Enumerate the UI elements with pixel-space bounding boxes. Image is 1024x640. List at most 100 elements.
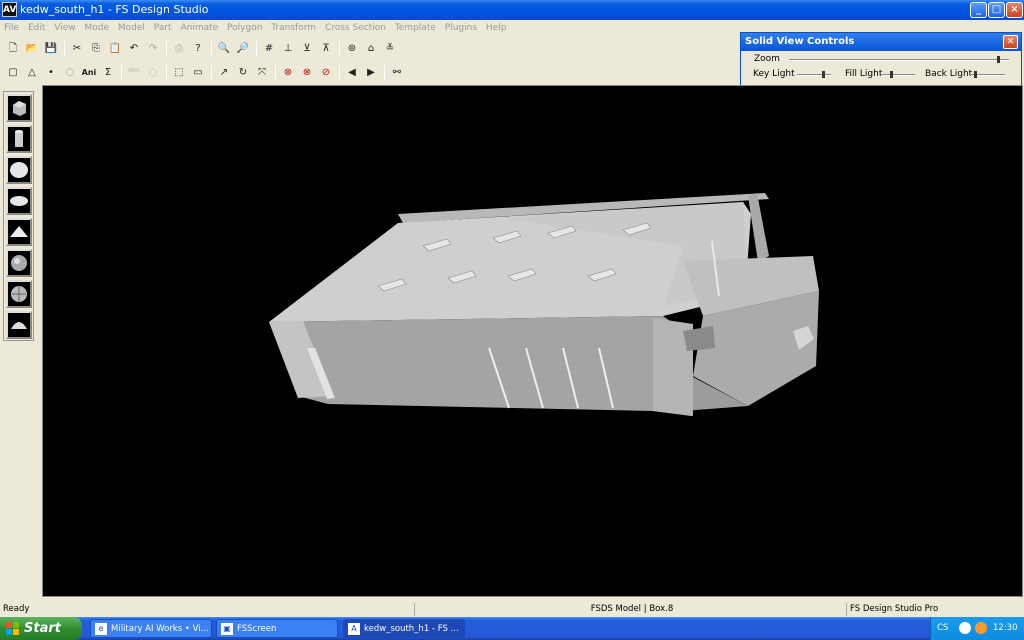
menu-cross-section[interactable]: Cross Section xyxy=(322,20,389,33)
fill-light-label: Fill Light xyxy=(845,69,883,79)
circle-icon[interactable]: ○ xyxy=(61,64,79,82)
solid-view-controls-panel: Solid View Controls ✕ Zoom Key Light Fil… xyxy=(740,32,1022,86)
toolbar-separator xyxy=(166,65,167,81)
menu-bar: File Edit View Mode Model Part Animate P… xyxy=(0,20,740,37)
settings-icon[interactable]: ≚ xyxy=(381,40,399,58)
move-icon[interactable]: ↗ xyxy=(215,64,233,82)
language-indicator[interactable]: CS xyxy=(937,617,948,640)
task-fsscreen[interactable]: ▣ FSScreen xyxy=(216,619,338,638)
animation-icon[interactable]: Ani xyxy=(80,64,98,82)
firefox-icon[interactable] xyxy=(975,622,987,634)
zoom-label: Zoom xyxy=(754,54,780,64)
abc-icon[interactable]: ᵃᵇᶜ xyxy=(125,64,143,82)
view-icon[interactable]: ⊛ xyxy=(343,40,361,58)
zoom-slider-thumb[interactable] xyxy=(997,56,1001,63)
copy-icon[interactable]: ⎘ xyxy=(87,40,105,58)
dome-icon[interactable] xyxy=(6,311,32,339)
align-z-icon[interactable]: ⊼ xyxy=(317,40,335,58)
menu-template[interactable]: Template xyxy=(392,20,439,33)
task-label: kedw_south_h1 - FS ... xyxy=(364,624,459,634)
close-button[interactable]: × xyxy=(1006,2,1023,18)
network-icon[interactable] xyxy=(959,622,971,634)
home-icon[interactable]: ⌂ xyxy=(362,40,380,58)
new-icon[interactable]: 🗋 xyxy=(4,40,22,58)
redo-icon[interactable]: ↷ xyxy=(144,40,162,58)
next-icon[interactable]: ▶ xyxy=(362,64,380,82)
minimize-button[interactable]: _ xyxy=(970,2,987,18)
menu-animate[interactable]: Animate xyxy=(177,20,221,33)
status-product: FS Design Studio Pro xyxy=(846,603,1024,616)
menu-plugins[interactable]: Plugins xyxy=(442,20,480,33)
open-icon[interactable]: 📂 xyxy=(23,40,41,58)
menu-edit[interactable]: Edit xyxy=(25,20,48,33)
delete-all-icon[interactable]: ⊗ xyxy=(298,64,316,82)
rotate-icon[interactable]: ↻ xyxy=(234,64,252,82)
menu-view[interactable]: View xyxy=(51,20,78,33)
maximize-button[interactable]: □ xyxy=(988,2,1005,18)
save-icon[interactable]: 💾 xyxy=(42,40,60,58)
start-button[interactable]: Start xyxy=(0,617,82,640)
point-icon[interactable]: • xyxy=(42,64,60,82)
task-military-ai-works[interactable]: e Military AI Works • Vi... xyxy=(90,619,212,638)
clock[interactable]: 12:30 xyxy=(993,617,1018,640)
pyramid-icon[interactable] xyxy=(6,218,32,246)
undo-icon[interactable]: ↶ xyxy=(125,40,143,58)
align-x-icon[interactable]: ⊥ xyxy=(279,40,297,58)
ellipse-icon[interactable] xyxy=(6,187,32,215)
textured-sphere-icon[interactable] xyxy=(6,249,32,277)
zoom-slider[interactable] xyxy=(789,59,1009,61)
menu-mode[interactable]: Mode xyxy=(81,20,112,33)
toolbar-separator xyxy=(256,41,257,57)
toolbar-separator xyxy=(275,65,276,81)
status-ready: Ready xyxy=(3,604,30,614)
solid-3d-viewport[interactable] xyxy=(42,85,1023,597)
fill-light-slider-thumb[interactable] xyxy=(890,71,894,78)
toolbar-separator xyxy=(211,65,212,81)
app-icon[interactable]: AV xyxy=(2,2,17,17)
status-model: FSDS Model | Box.8 xyxy=(414,603,846,616)
help-icon[interactable]: ? xyxy=(189,40,207,58)
select-icon[interactable]: ▢ xyxy=(4,64,22,82)
key-light-slider-thumb[interactable] xyxy=(821,71,825,78)
grid-icon[interactable]: # xyxy=(260,40,278,58)
fill-light-slider[interactable] xyxy=(881,74,915,76)
menu-model[interactable]: Model xyxy=(115,20,148,33)
status-bar: Ready FSDS Model | Box.8 FS Design Studi… xyxy=(0,603,1024,616)
building-model[interactable] xyxy=(43,86,1024,598)
delete-icon[interactable]: ⊗ xyxy=(279,64,297,82)
ruler-icon[interactable]: ▭ xyxy=(189,64,207,82)
sphere-icon[interactable] xyxy=(6,156,32,184)
textured-globe-icon[interactable] xyxy=(6,280,32,308)
cut-icon[interactable]: ✂ xyxy=(68,40,86,58)
cylinder-icon[interactable] xyxy=(6,125,32,153)
zoom-out-icon[interactable]: 🔎 xyxy=(234,40,252,58)
prev-icon[interactable]: ◀ xyxy=(343,64,361,82)
task-fs-design-studio[interactable]: A kedw_south_h1 - FS ... xyxy=(343,619,465,638)
menu-polygon[interactable]: Polygon xyxy=(224,20,265,33)
zoom-in-icon[interactable]: 🔍 xyxy=(215,40,233,58)
lasso-icon[interactable]: ◌ xyxy=(144,64,162,82)
windows-logo-icon xyxy=(6,622,19,635)
title-bar: AV kedw_south_h1 - FS Design Studio _ □ … xyxy=(0,0,1024,20)
binoculars-icon[interactable]: ⚯ xyxy=(388,64,406,82)
menu-part[interactable]: Part xyxy=(151,20,175,33)
panel-close-icon[interactable]: ✕ xyxy=(1003,35,1018,49)
triangle-icon[interactable]: △ xyxy=(23,64,41,82)
scale-icon[interactable]: ⤧ xyxy=(253,64,271,82)
key-light-label: Key Light xyxy=(753,69,795,79)
taskbar: Start e Military AI Works • Vi... ▣ FSSc… xyxy=(0,617,1024,640)
menu-file[interactable]: File xyxy=(0,20,22,33)
menu-transform[interactable]: Transform xyxy=(268,20,319,33)
sigma-icon[interactable]: Σ xyxy=(99,64,117,82)
menu-help[interactable]: Help xyxy=(483,20,510,33)
cube-icon[interactable] xyxy=(6,94,32,122)
no-icon[interactable]: ⊘ xyxy=(317,64,335,82)
key-light-slider[interactable] xyxy=(797,74,831,76)
solid-view-controls-title: Solid View Controls xyxy=(741,33,1021,51)
back-light-slider-thumb[interactable] xyxy=(974,71,978,78)
print-icon[interactable]: ⎙ xyxy=(170,40,188,58)
align-y-icon[interactable]: ⊻ xyxy=(298,40,316,58)
paste-icon[interactable]: 📋 xyxy=(106,40,124,58)
toolbar-separator xyxy=(121,65,122,81)
dotted-select-icon[interactable]: ⬚ xyxy=(170,64,188,82)
